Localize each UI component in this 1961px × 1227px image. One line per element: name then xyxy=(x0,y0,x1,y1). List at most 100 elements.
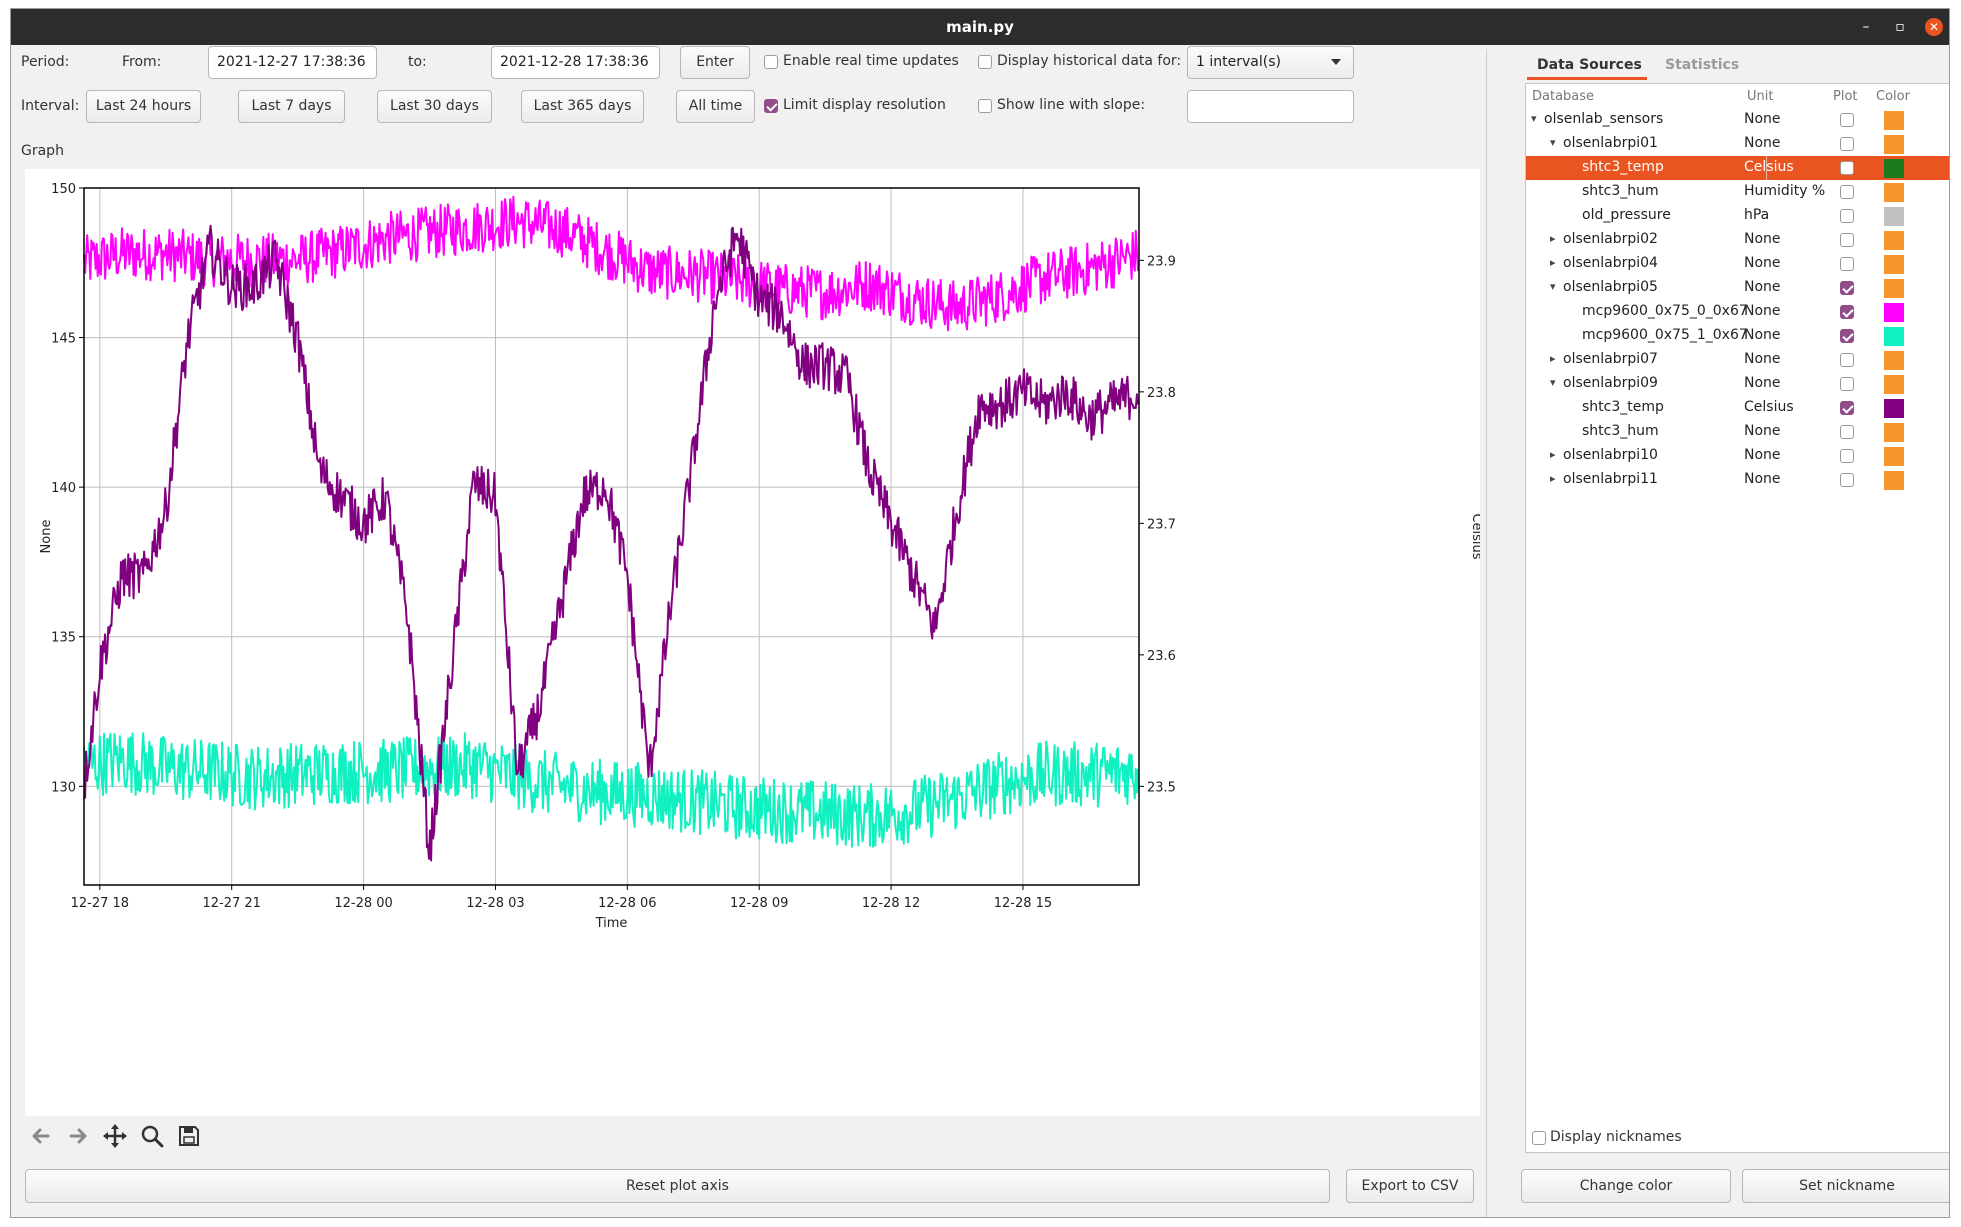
column-header-unit[interactable]: Unit xyxy=(1747,89,1773,104)
plot-checkbox[interactable] xyxy=(1840,329,1854,343)
x-axis-label: Time xyxy=(595,916,628,931)
plot-checkbox[interactable] xyxy=(1840,377,1854,391)
color-swatch[interactable] xyxy=(1884,111,1904,130)
tab-data-sources[interactable]: Data Sources xyxy=(1537,57,1642,73)
tree-row[interactable]: old_pressure hPa xyxy=(1526,204,1949,228)
tree-row[interactable]: shtc3_hum Humidity % xyxy=(1526,180,1949,204)
tree-row-name: olsenlabrpi09 xyxy=(1563,375,1658,391)
tree-row[interactable]: ▾ olsenlabrpi09 None xyxy=(1526,372,1949,396)
color-swatch[interactable] xyxy=(1884,399,1904,418)
tree-row[interactable]: ▾ olsenlabrpi01 None xyxy=(1526,132,1949,156)
color-swatch[interactable] xyxy=(1884,183,1904,202)
plot-checkbox[interactable] xyxy=(1840,473,1854,487)
display-nicknames-checkbox[interactable] xyxy=(1532,1131,1546,1145)
tree-row-unit: None xyxy=(1744,327,1781,343)
realtime-checkbox[interactable] xyxy=(764,55,778,69)
tree-row[interactable]: ▾ olsenlabrpi05 None xyxy=(1526,276,1949,300)
set-nickname-button[interactable]: Set nickname xyxy=(1742,1169,1949,1203)
pan-icon[interactable] xyxy=(102,1123,128,1149)
change-color-button[interactable]: Change color xyxy=(1521,1169,1731,1203)
plot-checkbox[interactable] xyxy=(1840,161,1854,175)
from-datetime-field[interactable]: 2021-12-27 17:38:36 xyxy=(208,46,377,79)
expand-down-icon[interactable]: ▾ xyxy=(1550,136,1556,149)
close-button[interactable]: ✕ xyxy=(1925,18,1943,36)
to-datetime-field[interactable]: 2021-12-28 17:38:36 xyxy=(491,46,660,79)
color-swatch[interactable] xyxy=(1884,231,1904,250)
plot-checkbox[interactable] xyxy=(1840,305,1854,319)
save-icon[interactable] xyxy=(176,1123,202,1149)
plot-checkbox[interactable] xyxy=(1840,425,1854,439)
color-swatch[interactable] xyxy=(1884,351,1904,370)
tree-row-unit: None xyxy=(1744,471,1781,487)
tab-statistics[interactable]: Statistics xyxy=(1665,57,1739,73)
expand-right-icon[interactable]: ▸ xyxy=(1550,472,1556,485)
expand-down-icon[interactable]: ▾ xyxy=(1531,112,1537,125)
forward-arrow-icon[interactable] xyxy=(65,1123,91,1149)
tree-row[interactable]: ▸ olsenlabrpi10 None xyxy=(1526,444,1949,468)
color-swatch[interactable] xyxy=(1884,207,1904,226)
limit-resolution-checkbox[interactable] xyxy=(764,99,778,113)
zoom-icon[interactable] xyxy=(139,1123,165,1149)
plot-checkbox[interactable] xyxy=(1840,209,1854,223)
plot-checkbox[interactable] xyxy=(1840,353,1854,367)
color-swatch[interactable] xyxy=(1884,471,1904,490)
line-chart[interactable]: 12-27 18 12-27 21 12-28 00 12-28 03 12-28 06… xyxy=(25,169,1480,1116)
tree-row[interactable]: ▸ olsenlabrpi02 None xyxy=(1526,228,1949,252)
minimize-button[interactable]: – xyxy=(1857,18,1875,36)
color-swatch[interactable] xyxy=(1884,135,1904,154)
expand-down-icon[interactable]: ▾ xyxy=(1550,280,1556,293)
tree-row[interactable]: shtc3_hum None xyxy=(1526,420,1949,444)
tree-row-name: olsenlabrpi05 xyxy=(1563,279,1658,295)
last-24-hours-button[interactable]: Last 24 hours xyxy=(86,90,201,123)
color-swatch[interactable] xyxy=(1884,255,1904,274)
enter-button[interactable]: Enter xyxy=(680,46,750,79)
plot-checkbox[interactable] xyxy=(1840,137,1854,151)
tree-row[interactable]: mcp9600_0x75_1_0x67 None xyxy=(1526,324,1949,348)
plot-checkbox[interactable] xyxy=(1840,185,1854,199)
period-label: Period: xyxy=(21,54,70,70)
plot-checkbox[interactable] xyxy=(1840,401,1854,415)
color-swatch[interactable] xyxy=(1884,303,1904,322)
color-swatch[interactable] xyxy=(1884,447,1904,466)
column-header-plot[interactable]: Plot xyxy=(1833,89,1858,104)
export-csv-button[interactable]: Export to CSV xyxy=(1346,1169,1474,1203)
tree-row[interactable]: ▸ olsenlabrpi04 None xyxy=(1526,252,1949,276)
historical-interval-select[interactable]: 1 interval(s) xyxy=(1187,46,1354,79)
data-sources-tree[interactable]: Database Unit Plot Color ▾ olsenlab_senso… xyxy=(1525,83,1949,1153)
plot-checkbox[interactable] xyxy=(1840,281,1854,295)
graph-canvas[interactable]: 12-27 18 12-27 21 12-28 00 12-28 03 12-28 06… xyxy=(25,169,1480,1116)
slope-input[interactable] xyxy=(1187,90,1354,123)
column-header-color[interactable]: Color xyxy=(1876,89,1910,104)
splitter[interactable] xyxy=(1486,49,1487,1217)
slope-checkbox[interactable] xyxy=(978,99,992,113)
tree-row[interactable]: shtc3_temp Celsius xyxy=(1526,156,1949,180)
all-time-button[interactable]: All time xyxy=(676,90,755,123)
expand-right-icon[interactable]: ▸ xyxy=(1550,352,1556,365)
expand-right-icon[interactable]: ▸ xyxy=(1550,448,1556,461)
tree-row[interactable]: ▸ olsenlabrpi07 None xyxy=(1526,348,1949,372)
expand-right-icon[interactable]: ▸ xyxy=(1550,232,1556,245)
reset-plot-axis-button[interactable]: Reset plot axis xyxy=(25,1169,1330,1203)
maximize-button[interactable]: ▫ xyxy=(1891,18,1909,36)
last-30-days-button[interactable]: Last 30 days xyxy=(377,90,492,123)
back-arrow-icon[interactable] xyxy=(28,1123,54,1149)
color-swatch[interactable] xyxy=(1884,279,1904,298)
plot-checkbox[interactable] xyxy=(1840,257,1854,271)
tree-row[interactable]: shtc3_temp Celsius xyxy=(1526,396,1949,420)
plot-checkbox[interactable] xyxy=(1840,113,1854,127)
historical-checkbox[interactable] xyxy=(978,55,992,69)
expand-right-icon[interactable]: ▸ xyxy=(1550,256,1556,269)
color-swatch[interactable] xyxy=(1884,375,1904,394)
expand-down-icon[interactable]: ▾ xyxy=(1550,376,1556,389)
last-365-days-button[interactable]: Last 365 days xyxy=(521,90,644,123)
color-swatch[interactable] xyxy=(1884,159,1904,178)
color-swatch[interactable] xyxy=(1884,423,1904,442)
column-header-database[interactable]: Database xyxy=(1532,89,1594,104)
color-swatch[interactable] xyxy=(1884,327,1904,346)
tree-row[interactable]: ▾ olsenlab_sensors None xyxy=(1526,108,1949,132)
plot-checkbox[interactable] xyxy=(1840,449,1854,463)
last-7-days-button[interactable]: Last 7 days xyxy=(238,90,345,123)
plot-checkbox[interactable] xyxy=(1840,233,1854,247)
tree-row[interactable]: mcp9600_0x75_0_0x67 None xyxy=(1526,300,1949,324)
tree-row[interactable]: ▸ olsenlabrpi11 None xyxy=(1526,468,1949,492)
